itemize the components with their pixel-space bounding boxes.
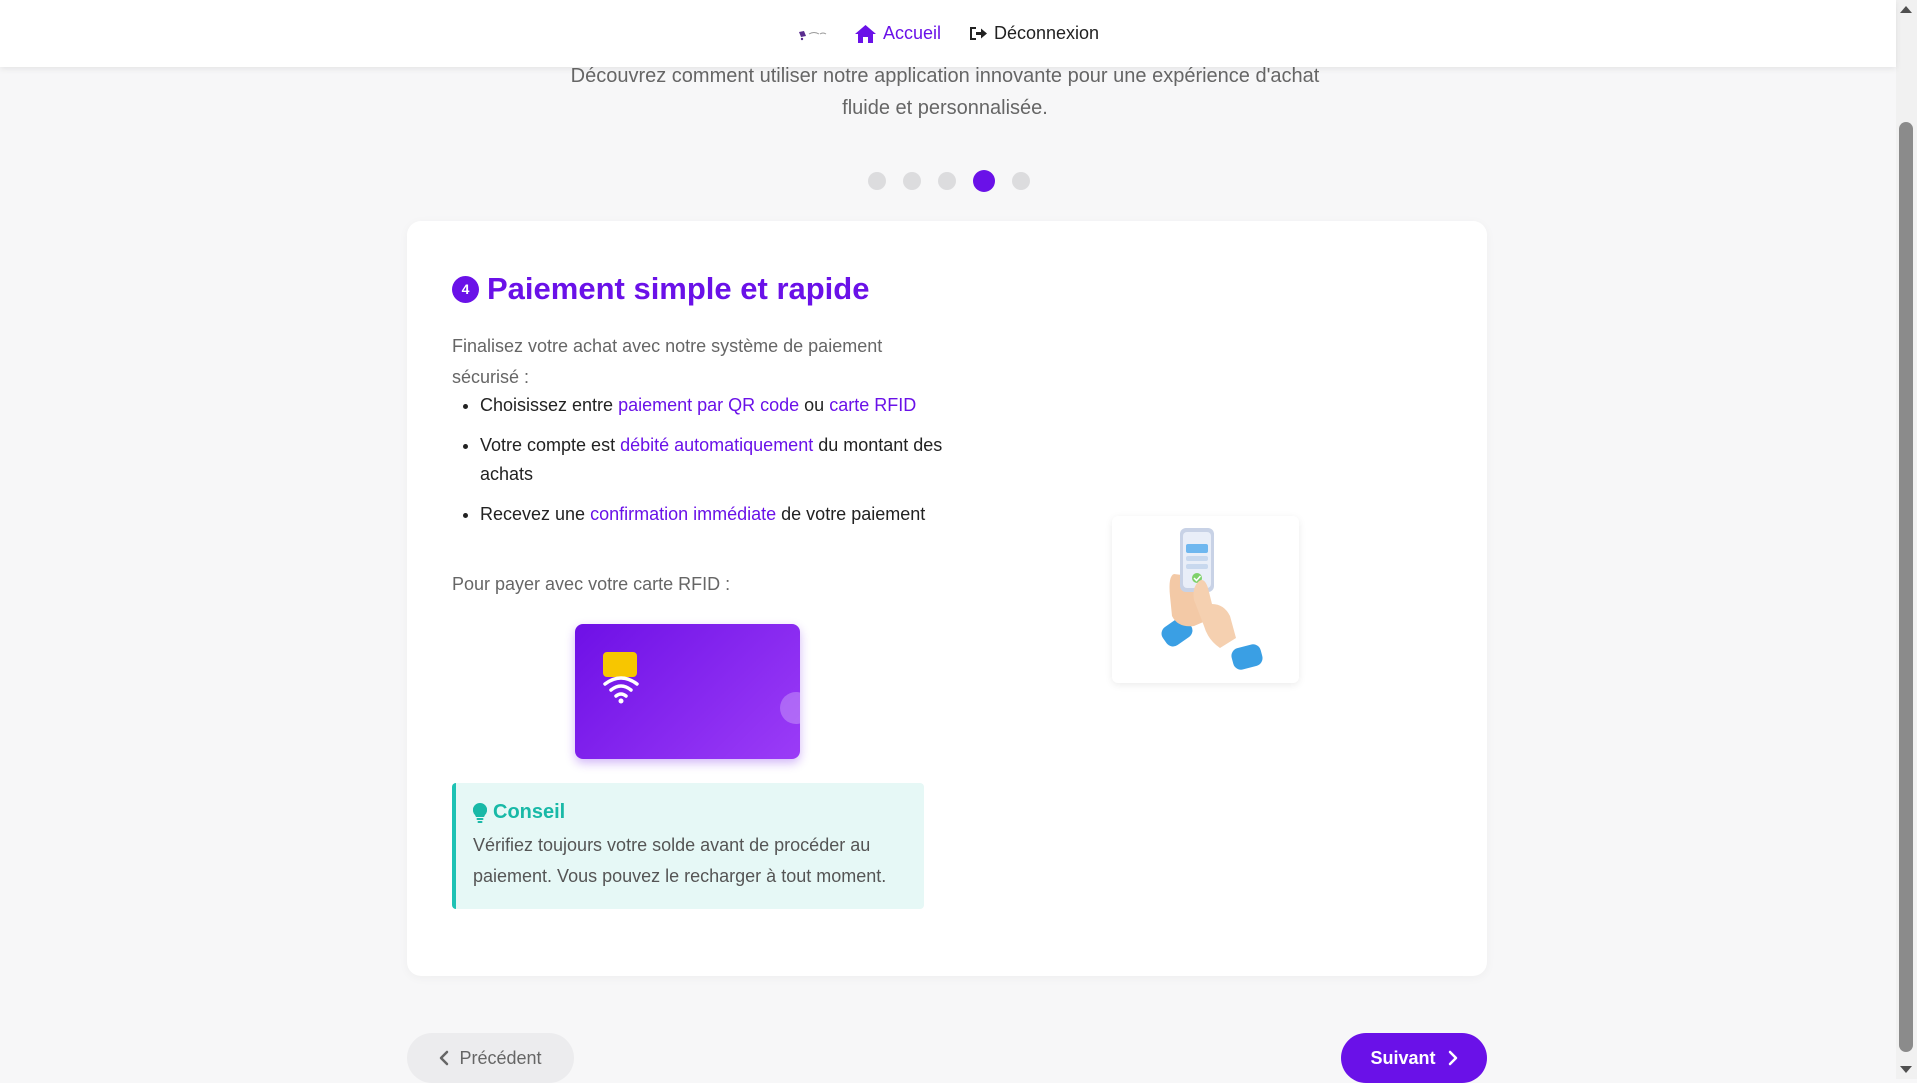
carousel-dot-2[interactable]: [903, 172, 921, 190]
carousel-dot-4-active[interactable]: [973, 170, 995, 192]
next-button-label: Suivant: [1370, 1047, 1436, 1068]
nav-home-link[interactable]: Accueil: [854, 23, 941, 44]
step-card: 4 Paiement simple et rapide Finalisez vo…: [407, 221, 1487, 976]
scrollbar-thumb[interactable]: [1899, 122, 1913, 1052]
list-item: Choisissez entre paiement par QR code ou…: [480, 391, 950, 420]
chevron-right-icon: [1448, 1050, 1457, 1066]
tip-box: Conseil Vérifiez toujours votre solde av…: [452, 783, 924, 909]
chevron-left-icon: [440, 1050, 449, 1066]
step-title: Paiement simple et rapide: [487, 271, 870, 306]
tip-text: Vérifiez toujours votre solde avant de p…: [473, 835, 887, 886]
highlight-text: paiement par QR code: [618, 395, 800, 415]
carousel-dot-1[interactable]: [868, 172, 886, 190]
previous-button-label: Précédent: [459, 1047, 542, 1068]
previous-button[interactable]: Précédent: [407, 1033, 574, 1083]
tip-title: Conseil: [493, 801, 566, 823]
carousel-dot-3[interactable]: [938, 172, 956, 190]
home-icon: [854, 24, 876, 43]
carousel-dots: [868, 170, 1030, 192]
list-item: Recevez une confirmation immédiate de vo…: [480, 500, 950, 529]
contactless-icon: [603, 676, 639, 704]
list-item: Votre compte est débité automatiquement …: [480, 431, 950, 489]
highlight-text: carte RFID: [829, 395, 917, 415]
page-subtitle: Découvrez comment utiliser notre applica…: [570, 65, 1320, 119]
next-button[interactable]: Suivant: [1341, 1033, 1487, 1083]
rfid-instruction: Pour payer avec votre carte RFID :: [452, 574, 731, 594]
lightbulb-icon: [473, 802, 487, 823]
nav-logout-label: Déconnexion: [993, 23, 1100, 43]
step-bullet-list: Choisissez entre paiement par QR code ou…: [452, 391, 950, 540]
step-header: 4 Paiement simple et rapide: [452, 271, 869, 307]
logout-icon: [969, 27, 987, 40]
scroll-down-arrow-icon[interactable]: [1900, 1066, 1912, 1073]
card-decoration: [780, 692, 800, 724]
payment-illustration: [1112, 516, 1299, 683]
step-number-badge: 4: [452, 275, 479, 303]
hand-phone-payment-icon: [1161, 528, 1263, 670]
step-description: Finalisez votre achat avec notre système…: [452, 336, 883, 387]
rfid-card-graphic: [575, 624, 800, 759]
highlight-text: confirmation immédiate: [590, 504, 777, 524]
carousel-dot-5[interactable]: [1012, 172, 1030, 190]
highlight-text: débité automatiquement: [620, 435, 814, 455]
app-logo[interactable]: [797, 27, 827, 41]
nav-logout-link[interactable]: Déconnexion: [969, 23, 1099, 44]
scroll-up-arrow-icon[interactable]: [1900, 6, 1912, 13]
vertical-scrollbar[interactable]: [1896, 0, 1917, 1079]
top-navbar: Accueil Déconnexion: [0, 0, 1896, 67]
nav-home-label: Accueil: [882, 23, 941, 43]
